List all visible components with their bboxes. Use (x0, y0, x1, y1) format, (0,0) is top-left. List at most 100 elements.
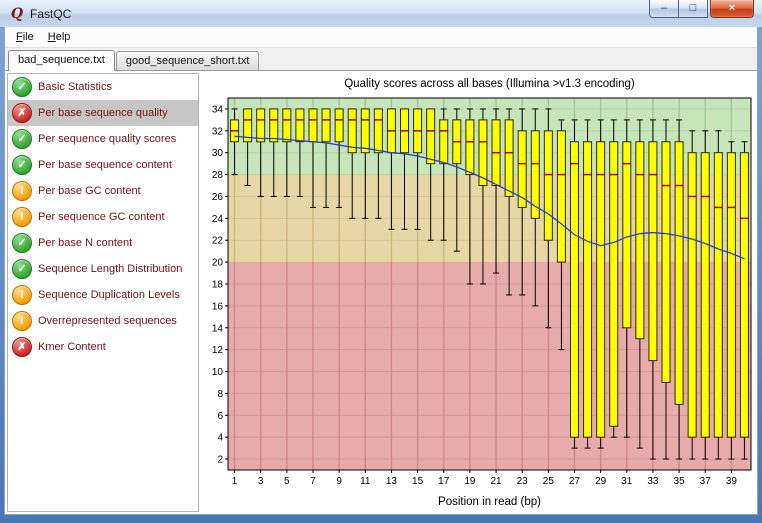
quartile-box (674, 141, 684, 405)
sidebar-item-label: Per base GC content (38, 185, 141, 197)
warn-status-icon: ! (12, 311, 32, 331)
menu-item-help[interactable]: Help (41, 29, 78, 45)
window-title: FastQC (30, 6, 72, 21)
quartile-box (256, 108, 266, 143)
quartile-box (295, 108, 305, 143)
quartile-box (661, 141, 671, 383)
x-tick-label: 11 (360, 476, 371, 487)
quartile-box (687, 152, 697, 438)
y-tick-label: 20 (212, 258, 224, 269)
tab-good-sequence-short-txt[interactable]: good_sequence_short.txt (115, 51, 260, 70)
maximize-button[interactable]: □ (679, 0, 708, 18)
y-tick-label: 10 (212, 367, 224, 378)
quartile-box (635, 141, 645, 340)
pass-status-icon: ✓ (12, 155, 32, 175)
x-tick-label: 37 (700, 476, 712, 487)
quartile-box (465, 119, 475, 176)
y-tick-label: 6 (217, 411, 223, 422)
y-tick-label: 8 (217, 389, 223, 400)
close-button[interactable]: × (710, 0, 754, 18)
quartile-box (569, 141, 579, 438)
y-tick-label: 2 (217, 455, 223, 466)
pass-status-icon: ✓ (12, 77, 32, 97)
sidebar-item-label: Per base sequence quality (38, 107, 168, 119)
y-tick-label: 12 (212, 345, 224, 356)
x-tick-label: 31 (621, 476, 633, 487)
tab-bad-sequence-txt[interactable]: bad_sequence.txt (8, 50, 115, 71)
sidebar-item-per-base-gc-content[interactable]: ! Per base GC content (8, 178, 198, 204)
sidebar-item-label: Per base sequence content (38, 159, 172, 171)
x-tick-label: 25 (543, 476, 555, 487)
quartile-box (726, 152, 736, 438)
quartile-box (739, 152, 749, 438)
y-tick-label: 26 (212, 192, 224, 203)
menu-item-file[interactable]: File (9, 29, 41, 45)
quality-band-poor (228, 262, 751, 470)
y-tick-label: 14 (212, 323, 224, 334)
fail-status-icon: ✗ (12, 103, 32, 123)
module-list: ✓ Basic Statistics ✗ Per base sequence qual… (7, 73, 199, 512)
quartile-box (700, 152, 710, 438)
warn-status-icon: ! (12, 181, 32, 201)
sidebar-item-basic-statistics[interactable]: ✓ Basic Statistics (8, 74, 198, 100)
sidebar-item-kmer-content[interactable]: ✗ Kmer Content (8, 334, 198, 360)
sidebar-item-label: Per sequence quality scores (38, 133, 177, 145)
y-tick-label: 4 (217, 433, 223, 444)
sidebar-item-per-base-n-content[interactable]: ✓ Per base N content (8, 230, 198, 256)
quality-band-good (228, 98, 751, 175)
warn-status-icon: ! (12, 285, 32, 305)
pass-status-icon: ✓ (12, 129, 32, 149)
minimize-button[interactable]: – (649, 0, 679, 18)
x-tick-label: 15 (412, 476, 424, 487)
menubar: File Help (5, 27, 757, 48)
quartile-box (543, 130, 553, 241)
titlebar[interactable]: Q FastQC – □ × (0, 0, 762, 27)
quartile-box (321, 108, 331, 143)
sidebar-item-sequence-duplication-levels[interactable]: ! Sequence Duplication Levels (8, 282, 198, 308)
chart-area: 2 4 6 8 10 12 14 16 18 20 22 24 26 28 30 32 34 1 3 5 7 9 11 13 1… (201, 71, 757, 514)
chart-title: Quality scores across all bases (Illumin… (344, 78, 635, 90)
sidebar-item-sequence-length-distribution[interactable]: ✓ Sequence Length Distribution (8, 256, 198, 282)
fail-status-icon: ✗ (12, 337, 32, 357)
sidebar-item-overrepresented-sequences[interactable]: ! Overrepresented sequences (8, 308, 198, 334)
x-tick-label: 35 (674, 476, 686, 487)
quartile-box (308, 108, 318, 143)
window-controls: – □ × (649, 0, 754, 18)
pass-status-icon: ✓ (12, 233, 32, 253)
x-tick-label: 33 (647, 476, 659, 487)
sidebar-item-label: Per sequence GC content (38, 211, 165, 223)
y-tick-label: 22 (212, 236, 224, 247)
y-tick-label: 28 (212, 170, 224, 181)
quartile-box (478, 119, 488, 187)
y-tick-label: 34 (212, 104, 224, 115)
x-axis-label: Position in read (bp) (438, 496, 541, 508)
y-tick-label: 24 (212, 214, 224, 225)
file-tabstrip: bad_sequence.txt good_sequence_short.txt (5, 48, 757, 71)
content-pane: ✓ Basic Statistics ✗ Per base sequence qual… (5, 70, 757, 514)
quartile-box (269, 108, 279, 143)
sidebar-item-label: Basic Statistics (38, 81, 112, 93)
sidebar-item-per-sequence-quality-scores[interactable]: ✓ Per sequence quality scores (8, 126, 198, 152)
quartile-box (334, 108, 344, 143)
x-tick-label: 21 (490, 476, 502, 487)
x-tick-label: 7 (310, 476, 316, 487)
x-tick-label: 3 (258, 476, 264, 487)
pass-status-icon: ✓ (12, 259, 32, 279)
sidebar-item-per-base-sequence-content[interactable]: ✓ Per base sequence content (8, 152, 198, 178)
quartile-box (360, 108, 370, 154)
quartile-box (596, 141, 606, 438)
sidebar-item-per-sequence-gc-content[interactable]: ! Per sequence GC content (8, 204, 198, 230)
x-tick-label: 17 (438, 476, 450, 487)
y-tick-label: 30 (212, 148, 224, 159)
quartile-box (622, 141, 632, 329)
x-tick-label: 23 (517, 476, 529, 487)
x-tick-label: 9 (336, 476, 342, 487)
y-tick-label: 18 (212, 280, 224, 291)
x-tick-label: 13 (386, 476, 398, 487)
sidebar-item-per-base-sequence-quality[interactable]: ✗ Per base sequence quality (8, 100, 198, 126)
quartile-box (439, 119, 449, 165)
y-tick-label: 32 (212, 126, 224, 137)
sidebar-item-label: Overrepresented sequences (38, 315, 177, 327)
fastqc-app-icon: Q (10, 5, 24, 22)
quartile-box (556, 130, 566, 263)
